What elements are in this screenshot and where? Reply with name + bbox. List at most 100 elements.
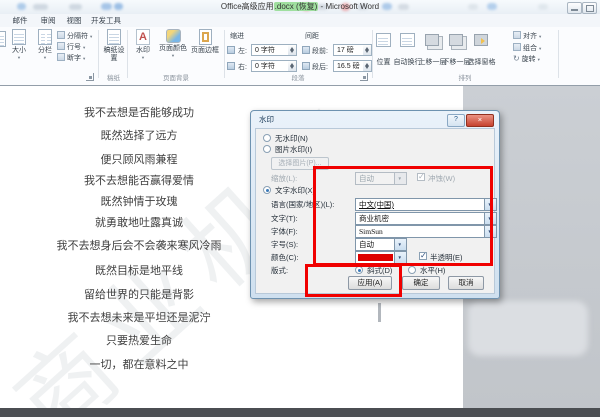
spacing-label: 间距 (305, 33, 319, 40)
word-window: Office高级应用.docx (恢复) - Microsoft Word 邮件… (0, 0, 600, 420)
help-button[interactable]: ? (447, 114, 465, 127)
group-button[interactable]: 组合 ▾ (513, 43, 541, 52)
dialog-title: 水印 (259, 115, 274, 124)
poem-line: 我不去想身后会不会袭来寒风冷雨 (56, 240, 222, 252)
page-color-button[interactable]: 页面颜色 (157, 29, 189, 58)
layout-label: 版式: (271, 266, 289, 275)
tab-mailings[interactable]: 邮件 (8, 14, 32, 27)
hyphenation-icon (57, 53, 65, 61)
tab-view[interactable]: 视图 (62, 14, 86, 27)
breaks-button[interactable]: 分隔符 ▾ (57, 31, 92, 40)
ribbon: 大小 分栏 分隔符▾ 行号▾ 断字▾ 稿纸设置 稿纸 A水印 页面颜色 页面边框… (0, 27, 600, 86)
line-numbers-icon (57, 42, 65, 50)
selection-pane-button[interactable]: 选择窗格 (465, 57, 498, 67)
selection-pane-icon (474, 34, 488, 46)
poem-line: 既然选择了远方 (100, 130, 178, 142)
indent-right-icon (227, 62, 235, 70)
title-bar: Office高级应用.docx (恢复) - Microsoft Word (0, 0, 600, 15)
cancel-button[interactable]: 取消 (448, 276, 484, 290)
position-icon (376, 33, 391, 47)
group-separator (558, 30, 559, 78)
poem-line: 我不去想未来是平坦还是泥泞 (67, 312, 211, 324)
color-label: 颜色(C): (271, 253, 299, 262)
position-button[interactable]: 位置 (373, 57, 394, 67)
wrap-text-icon (400, 33, 415, 47)
indent-right-input[interactable]: 0 字符 (251, 60, 289, 72)
page-border-icon (198, 29, 212, 45)
indent-left-label: 左: (238, 48, 247, 55)
indent-left-input[interactable]: 0 字符 (251, 44, 289, 56)
page-background-group-label: 页面背景 (163, 75, 189, 82)
tab-developer[interactable]: 开发工具 (88, 14, 124, 27)
poem-line: 便只顾风雨兼程 (100, 154, 178, 166)
ok-button[interactable]: 确定 (402, 276, 440, 290)
annotation-box-text-watermark-fields (313, 166, 493, 266)
indent-label: 缩进 (230, 33, 244, 40)
page-border-button[interactable]: 页面边框 (190, 29, 220, 55)
paper-size-button[interactable]: 大小 (6, 29, 32, 60)
tab-review[interactable]: 审阅 (36, 14, 60, 27)
watermark-icon: A (136, 29, 150, 45)
breaks-icon (57, 31, 65, 39)
radio-horizontal[interactable] (408, 266, 416, 274)
rotate-button[interactable]: ↻ 旋转 ▾ (513, 55, 540, 64)
columns-button[interactable]: 分栏 (33, 29, 57, 60)
scale-label: 缩放(L): (271, 174, 298, 183)
close-icon[interactable]: × (466, 114, 494, 127)
group-separator (372, 30, 373, 78)
columns-icon (38, 29, 52, 45)
space-before-icon (302, 46, 310, 54)
radio-text-watermark[interactable] (263, 186, 271, 194)
space-before-label: 段前: (312, 48, 328, 55)
space-after-stepper[interactable] (363, 60, 372, 72)
space-before-stepper[interactable] (363, 44, 372, 56)
window-title: Office高级应用.docx (恢复) - Microsoft Word (220, 2, 380, 11)
font-label: 字体(F): (271, 227, 298, 236)
poem-line: 既然目标是地平线 (95, 265, 183, 277)
paper-size-icon (12, 29, 26, 45)
dialog-title-bar[interactable]: 水印 ? × (251, 111, 499, 128)
indent-right-label: 右: (238, 64, 247, 71)
poem-line: 我不去想是否能够成功 (84, 107, 194, 119)
hyphenation-button[interactable]: 断字 ▾ (57, 53, 85, 62)
space-after-input[interactable]: 16.5 磅 (333, 60, 364, 72)
radio-horizontal-label: 水平(H) (420, 266, 446, 275)
size-label: 字号(S): (271, 240, 299, 249)
watermark-button[interactable]: A 水印 (130, 29, 156, 60)
bring-forward-icon (425, 34, 439, 46)
space-after-label: 段后: (312, 64, 328, 71)
group-separator (127, 30, 128, 78)
minimize-button[interactable] (567, 2, 582, 14)
indent-left-icon (227, 46, 235, 54)
send-backward-icon (449, 34, 463, 46)
paper-group-label: 稿纸 (107, 75, 120, 82)
arrange-group-label: 排列 (458, 75, 472, 82)
space-before-input[interactable]: 17 磅 (333, 44, 364, 56)
artifact-mark (378, 303, 381, 322)
indent-right-stepper[interactable] (288, 60, 297, 72)
line-numbers-button[interactable]: 行号 ▾ (57, 42, 85, 51)
align-button[interactable]: 对齐 ▾ (513, 31, 541, 40)
radio-no-watermark[interactable] (263, 134, 271, 142)
space-after-icon (302, 62, 310, 70)
align-icon (513, 31, 521, 39)
status-bar (0, 408, 600, 417)
paper-setup-icon (107, 29, 121, 45)
poem-line: 就勇敢地吐露真诚 (95, 217, 183, 229)
radio-picture-watermark[interactable] (263, 145, 271, 153)
text-label: 文字(T): (271, 214, 298, 223)
radio-no-watermark-label: 无水印(N) (275, 134, 308, 143)
radio-text-watermark-label: 文字水印(X) (275, 186, 315, 195)
paragraph-group-label: 段落 (291, 75, 305, 82)
poem-line: 只要热爱生命 (106, 335, 172, 347)
poem-line: 我不去想能否赢得爱情 (84, 175, 194, 187)
paper-setup-button[interactable]: 稿纸设置 (101, 29, 127, 63)
indent-left-stepper[interactable] (288, 44, 297, 56)
paragraph-dialog-launcher[interactable] (360, 73, 368, 81)
poem-line: 既然钟情于玫瑰 (100, 196, 178, 208)
group-separator (98, 30, 99, 78)
poem-line: 留给世界的只能是背影 (84, 289, 194, 301)
group-icon (513, 43, 521, 51)
maximize-button[interactable] (582, 2, 597, 14)
page-setup-dialog-launcher[interactable] (86, 73, 94, 81)
